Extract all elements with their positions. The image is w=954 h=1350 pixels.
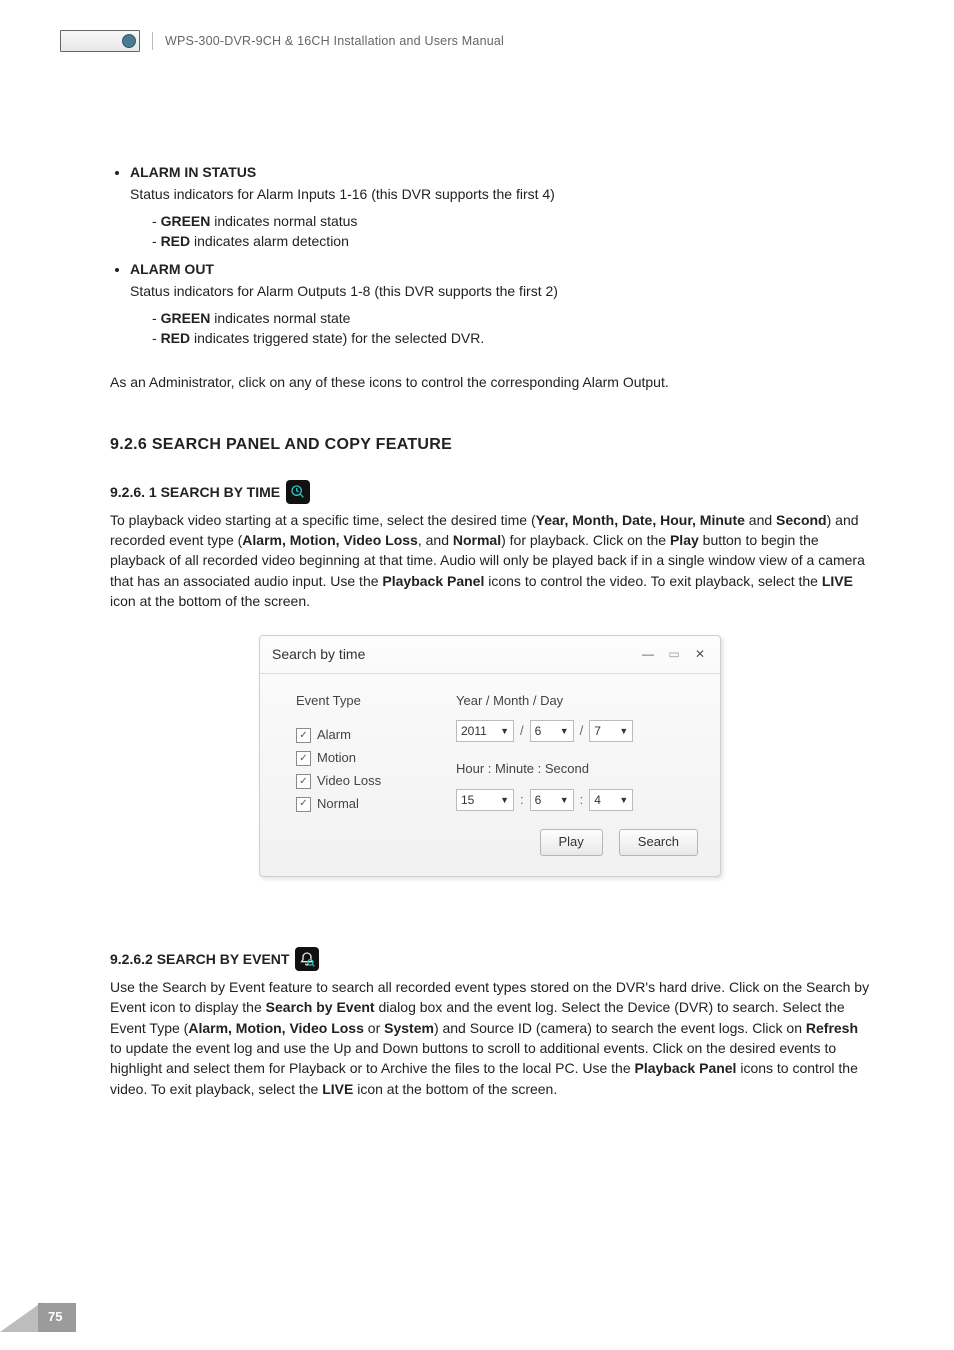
brand-logo	[60, 30, 140, 52]
checkbox-normal[interactable]: ✓Normal	[296, 795, 416, 814]
second-select[interactable]: 4▼	[589, 789, 633, 811]
alarm-in-green: GREEN indicates normal status	[152, 211, 870, 231]
search-by-event-heading: 9.2.6.2 SEARCH BY EVENT	[110, 947, 870, 969]
alarm-in-red: RED indicates alarm detection	[152, 231, 870, 251]
alarm-out-item: ALARM OUT Status indicators for Alarm Ou…	[130, 259, 870, 348]
page-number: 75	[38, 1303, 76, 1332]
doc-title: WPS-300-DVR-9CH & 16CH Installation and …	[165, 32, 504, 50]
alarm-in-title: ALARM IN STATUS	[130, 162, 870, 182]
chevron-down-icon: ▼	[560, 725, 569, 738]
ymd-label: Year / Month / Day	[456, 692, 698, 711]
search-by-time-heading: 9.2.6. 1 SEARCH BY TIME	[110, 480, 870, 502]
page-footer: 75	[0, 1302, 76, 1332]
alarm-out-desc: Status indicators for Alarm Outputs 1-8 …	[130, 281, 870, 301]
alarm-in-item: ALARM IN STATUS Status indicators for Al…	[130, 162, 870, 251]
hour-select[interactable]: 15▼	[456, 789, 514, 811]
section-heading: 9.2.6 SEARCH PANEL AND COPY FEATURE	[110, 433, 870, 456]
alarm-out-red: RED indicates triggered state) for the s…	[152, 328, 870, 348]
minute-select[interactable]: 6▼	[530, 789, 574, 811]
chevron-down-icon: ▼	[619, 725, 628, 738]
alarm-out-admin-note: As an Administrator, click on any of the…	[110, 372, 870, 392]
day-select[interactable]: 7▼	[589, 720, 633, 742]
month-select[interactable]: 6▼	[530, 720, 574, 742]
page-header: WPS-300-DVR-9CH & 16CH Installation and …	[60, 30, 894, 52]
checkbox-alarm[interactable]: ✓Alarm	[296, 726, 416, 745]
chevron-down-icon: ▼	[500, 794, 509, 807]
close-icon[interactable]: ✕	[692, 647, 708, 661]
chevron-down-icon: ▼	[560, 794, 569, 807]
slash-separator: /	[520, 722, 524, 741]
search-by-time-dialog: Search by time — ▭ ✕ Event Type ✓Alarm ✓…	[259, 635, 721, 877]
event-type-label: Event Type	[296, 692, 416, 711]
alarm-in-desc: Status indicators for Alarm Inputs 1-16 …	[130, 184, 870, 204]
alarm-out-title: ALARM OUT	[130, 259, 870, 279]
search-button[interactable]: Search	[619, 829, 698, 856]
dialog-title: Search by time	[272, 644, 365, 664]
minimize-icon[interactable]: —	[640, 647, 656, 661]
slash-separator: /	[580, 722, 584, 741]
alarm-out-green: GREEN indicates normal state	[152, 308, 870, 328]
colon-separator: :	[580, 791, 584, 810]
year-select[interactable]: 2011▼	[456, 720, 514, 742]
maximize-icon[interactable]: ▭	[666, 647, 682, 661]
chevron-down-icon: ▼	[500, 725, 509, 738]
play-button[interactable]: Play	[540, 829, 603, 856]
hms-label: Hour : Minute : Second	[456, 760, 698, 779]
checkbox-motion[interactable]: ✓Motion	[296, 749, 416, 768]
bell-search-icon	[295, 947, 319, 971]
checkbox-video-loss[interactable]: ✓Video Loss	[296, 772, 416, 791]
colon-separator: :	[520, 791, 524, 810]
search-by-event-paragraph: Use the Search by Event feature to searc…	[110, 977, 870, 1099]
clock-search-icon	[286, 480, 310, 504]
chevron-down-icon: ▼	[619, 794, 628, 807]
search-by-time-paragraph: To playback video starting at a specific…	[110, 510, 870, 611]
